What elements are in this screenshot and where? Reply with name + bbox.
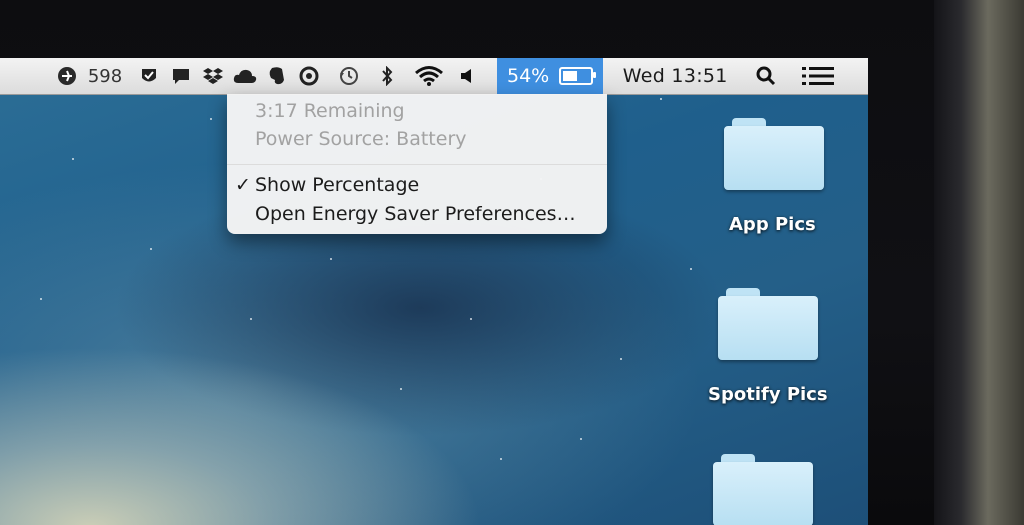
battery-percent: 54% <box>507 65 550 87</box>
list-icon[interactable] <box>801 58 835 94</box>
battery-level <box>563 71 578 81</box>
checkmark-icon: ✓ <box>235 174 251 196</box>
show-percentage-item[interactable]: Show Percentage <box>255 174 419 196</box>
star <box>150 248 152 250</box>
folder-icon[interactable] <box>718 288 818 360</box>
star <box>580 438 582 440</box>
time-machine-icon[interactable] <box>335 58 363 94</box>
chat-icon[interactable] <box>169 58 193 94</box>
battery-menu-extra[interactable]: 54% <box>497 58 604 94</box>
battery-power-source: Power Source: Battery <box>255 128 467 150</box>
star <box>690 268 692 270</box>
battery-time-remaining: 3:17 Remaining <box>255 100 405 122</box>
energy-saver-item[interactable]: Open Energy Saver Preferences… <box>255 203 576 225</box>
star <box>330 258 332 260</box>
volume-icon[interactable] <box>457 58 477 94</box>
star <box>470 318 472 320</box>
battery-menu: 3:17 Remaining Power Source: Battery ✓ S… <box>227 94 607 234</box>
battery-icon <box>559 67 597 85</box>
cloud-icon[interactable] <box>231 58 259 94</box>
menu-separator <box>227 164 607 165</box>
star <box>400 388 402 390</box>
menu-clock[interactable]: Wed 13:51 <box>615 58 735 94</box>
folder-label[interactable]: Spotify Pics <box>708 384 828 405</box>
bluetooth-icon[interactable] <box>377 58 397 94</box>
star <box>210 118 212 120</box>
star <box>660 98 662 100</box>
laptop-edge <box>934 0 1024 525</box>
tick-shield-icon[interactable] <box>137 58 161 94</box>
star <box>72 158 74 160</box>
spotlight-icon[interactable] <box>753 58 779 94</box>
evernote-icon[interactable] <box>265 58 289 94</box>
star <box>500 458 502 460</box>
folder-icon[interactable] <box>724 118 824 190</box>
circle-app-icon[interactable] <box>297 58 321 94</box>
star <box>250 318 252 320</box>
star <box>620 358 622 360</box>
airplane-icon[interactable] <box>55 58 79 94</box>
wifi-icon[interactable] <box>413 58 445 94</box>
counter-text[interactable]: 598 <box>85 58 125 94</box>
menu-bar: 598 54% Wed 13:51 <box>0 58 868 95</box>
folder-icon[interactable] <box>713 454 813 525</box>
folder-label[interactable]: App Pics <box>729 214 816 235</box>
dropbox-icon[interactable] <box>201 58 225 94</box>
star <box>40 298 42 300</box>
